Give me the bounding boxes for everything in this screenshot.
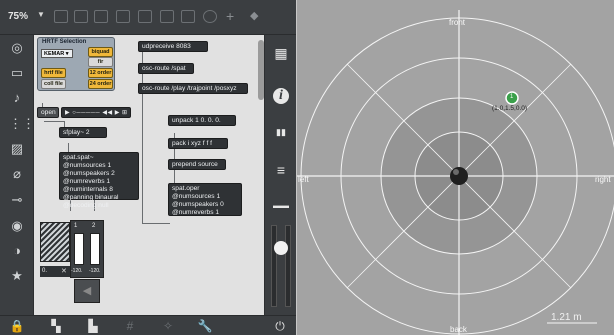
clock-icon[interactable] [203,10,217,23]
spat-line: @numreverbs 1 [63,178,111,185]
fir-button[interactable]: fir [88,57,113,67]
source-coordinates: (1.0,1.5,0.0) [492,105,528,112]
osc-route-spat-object[interactable]: osc-route /spat [138,63,194,74]
mixer-icon[interactable] [74,10,88,23]
beat-icon[interactable]: ◑ [9,243,25,259]
color-icon[interactable]: ◉ [9,218,25,234]
spat-line: spat.spat~ [63,154,94,161]
order-24-button[interactable]: 24 order [88,79,113,89]
console-icon[interactable]: ⋮⋮ [9,116,35,132]
spat-line: @numinternals 8 [63,186,113,193]
prepend-source-object[interactable]: prepend source [168,159,226,170]
channel-2-label: 2 [92,223,96,229]
level-meter-2 [90,233,100,265]
plug-icon[interactable]: ⊸ [9,192,25,208]
power-icon[interactable]: ⏻ [272,318,288,334]
layers-icon[interactable]: ▚ [48,318,64,334]
speaker-icon[interactable]: ◀ [74,279,100,303]
patcher-canvas[interactable]: HRTF Selection KEMAR ▾ biquad fir hrtf f… [34,35,264,315]
presentation-screen-icon[interactable]: ▙ [85,318,101,334]
sfplay-object[interactable]: sfplay~ 2 [59,127,107,138]
patch-cord [174,149,175,159]
pack-object[interactable]: pack i xyz f f f [168,138,228,149]
playbar[interactable]: ▶ ○───── ◀◀ ▶ ⊞ [61,107,131,118]
scale-label: 1.21 m [551,312,582,323]
patch-cord [174,169,175,183]
spat-spat-object[interactable]: spat.spat~ @numsources 1 @numspeakers 2 … [59,152,139,209]
spat-line: @decoding null [63,202,109,209]
hrtf-dataset-select[interactable]: KEMAR ▾ [41,49,73,58]
wrench-icon[interactable]: 🔧 [197,318,213,334]
music-note-icon[interactable]: ♪ [9,90,25,106]
front-label: front [449,18,466,27]
close-icon[interactable]: ✕ [61,266,67,277]
channel-1-label: 1 [74,223,78,229]
master-volume-knob[interactable] [274,241,288,255]
inspector-icon[interactable] [181,10,195,23]
db-readout-2: -120. [89,268,101,274]
paperclip-icon[interactable]: ⌀ [9,166,25,182]
db-readout-1: -120. [71,268,83,274]
image-icon[interactable]: ▨ [9,141,25,157]
target-icon[interactable]: ◎ [9,40,25,56]
info-icon[interactable]: i [273,88,289,104]
listener-head[interactable] [450,167,468,185]
viewer-canvas[interactable] [297,0,614,335]
grid-icon[interactable] [116,10,130,23]
open-message[interactable]: open [37,107,59,118]
oper-line: @numsources 1 [172,193,221,200]
sidebar-icon[interactable] [160,10,174,23]
lock-icon[interactable]: 🔒 [9,318,25,334]
patcher-toolbar: 75% ▼ + ◆ [0,0,296,35]
book-icon[interactable]: ▮▮ [273,124,289,140]
object-box-icon[interactable] [94,10,108,23]
source-id: 1 [510,94,514,100]
oper-line: @numreverbs 1 [172,209,220,216]
left-sidebar: ◎ ▭ ♪ ⋮⋮ ▨ ⌀ ⊸ ◉ ◑ ★ [0,35,35,315]
master-meter-left [271,225,277,307]
unpack-object[interactable]: unpack 1 0. 0. 0. [168,115,236,126]
biquad-button[interactable]: biquad [88,47,113,57]
grid-view-icon[interactable]: ▦ [273,45,289,61]
bottom-toolbar: 🔒 ▚ ▙ # ✧ 🔧 ⏻ [0,315,296,335]
list-icon[interactable]: ≡ [273,162,289,178]
panel-icon[interactable]: ▬▬ [273,198,289,214]
patch-cord [142,73,143,83]
udpreceive-object[interactable]: udpreceive 8083 [138,41,208,52]
master-meter-right [285,225,291,307]
spat-viewer[interactable]: front back left right 1 (1.0,1.5,0.0) 1.… [296,0,614,335]
hrtf-file-button[interactable]: hrtf file [41,68,66,78]
spat-line: @numspeakers 2 [63,170,115,177]
level-meter-1 [74,233,84,265]
right-sidebar: ▦ i ▮▮ ≡ ▬▬ [264,35,296,315]
oper-line: @numspeakers 0 [172,201,224,208]
order-12-button[interactable]: 12 order [88,68,113,78]
magic-icon[interactable]: ✧ [160,318,176,334]
right-label: right [595,175,611,184]
patch-cord [142,223,170,224]
osc-route-play-object[interactable]: osc-route /play /trajpoint /posxyz [138,83,248,94]
spat-line: @numsources 1 [63,162,112,169]
presentation-icon[interactable] [54,10,68,23]
grid-icon[interactable]: # [122,318,138,334]
patch-cord [44,121,64,122]
spat-oper-object[interactable]: spat.oper @numsources 1 @numspeakers 0 @… [168,183,242,216]
spat-line: @panning binaural [63,194,119,201]
listener-highlight [453,169,459,175]
zoom-dropdown-icon[interactable]: ▼ [37,10,45,19]
add-icon[interactable]: + [226,8,234,24]
coll-file-button[interactable]: coll file [41,79,66,89]
zoom-level[interactable]: 75% [8,11,28,22]
oper-line: spat.oper [172,185,200,192]
patch-cord [142,93,143,223]
hrtf-panel-title: HRTF Selection [42,39,87,45]
star-icon[interactable]: ★ [9,268,25,284]
paint-icon[interactable]: ◆ [250,9,258,22]
window-icon[interactable]: ▭ [9,65,25,81]
gain-slider[interactable] [40,222,70,262]
lock-toggle-icon[interactable] [138,10,152,23]
back-label: back [450,325,467,334]
hrtf-selection-panel: HRTF Selection KEMAR ▾ biquad fir hrtf f… [37,37,115,91]
left-label: left [298,175,309,184]
